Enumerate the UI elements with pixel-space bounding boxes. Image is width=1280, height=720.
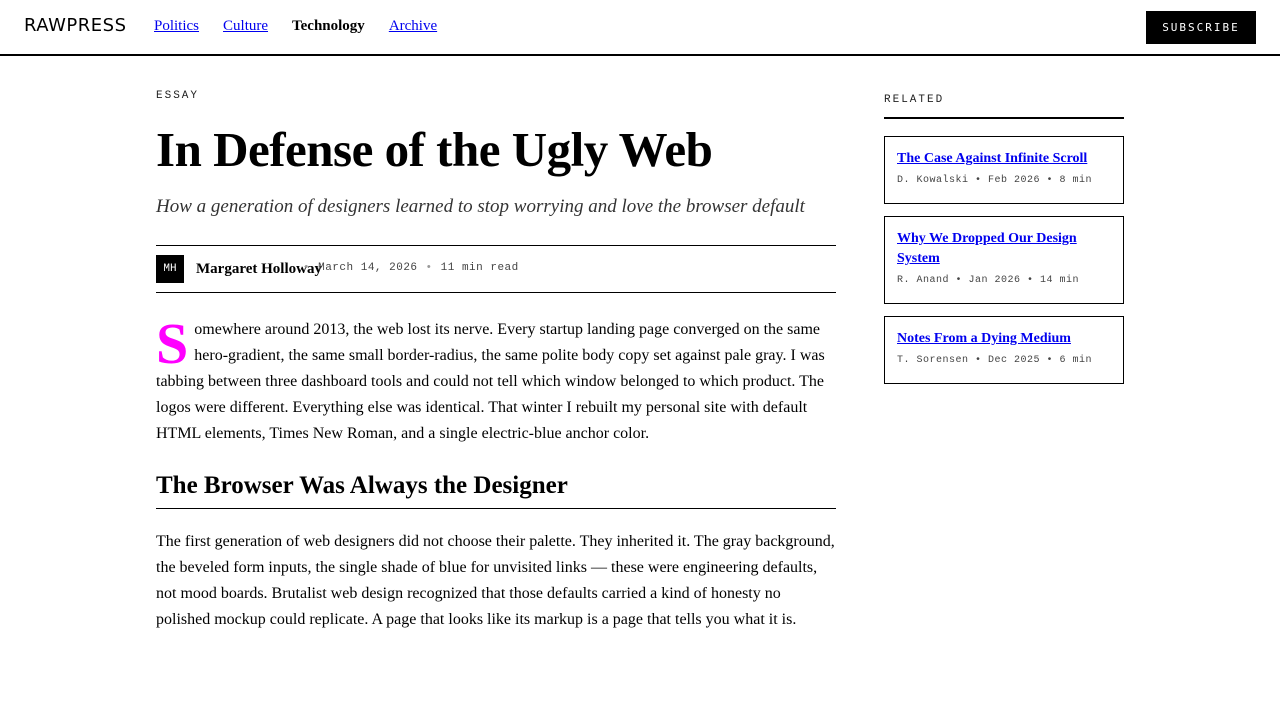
meta-separator: • [425,262,433,274]
meta-separator: • [303,262,311,274]
article-title: In Defense of the Ugly Web [156,122,713,177]
section-heading: The Browser Was Always the Designer [156,472,836,509]
drop-cap: S [156,311,189,376]
article-dek: How a generation of designers learned to… [156,196,805,217]
article-kicker: ESSAY [156,90,200,102]
related-link[interactable]: The Case Against Infinite Scroll [897,149,1111,169]
related-meta: R. Anand • Jan 2026 • 14 min [897,275,1080,286]
site-logo[interactable]: RAWPRESS [24,15,127,36]
article-paragraph: The first generation of web designers di… [156,533,835,628]
related-link[interactable]: Notes From a Dying Medium [897,329,1111,349]
related-heading: RELATED [884,94,1124,119]
related-card: The Case Against Infinite Scroll D. Kowa… [884,136,1124,204]
related-link[interactable]: Why We Dropped Our Design System [897,229,1111,269]
nav-link-archive[interactable]: Archive [389,18,437,35]
paragraph-text: omewhere around 2013, the web lost its n… [156,321,825,442]
publish-date: March 14, 2026 [318,262,418,274]
related-card: Why We Dropped Our Design System R. Anan… [884,216,1124,304]
nav-link-technology[interactable]: Technology [292,18,365,35]
read-time: 11 min read [440,262,519,274]
article-meta: • March 14, 2026 • 11 min read [303,262,519,274]
main-nav: Politics Culture Technology Archive [154,18,437,35]
article-paragraph: Somewhere around 2013, the web lost its … [156,311,836,447]
site-header: RAWPRESS Politics Culture Technology Arc… [0,0,1280,56]
author-avatar: MH [156,255,184,283]
nav-link-culture[interactable]: Culture [223,18,268,35]
nav-link-politics[interactable]: Politics [154,18,199,35]
related-meta: T. Sorensen • Dec 2025 • 6 min [897,355,1093,366]
related-card: Notes From a Dying Medium T. Sorensen • … [884,316,1124,384]
subscribe-button[interactable]: SUBSCRIBE [1146,11,1256,44]
byline: MH Margaret Holloway • March 14, 2026 • 11 … [156,245,836,293]
related-meta: D. Kowalski • Feb 2026 • 8 min [897,175,1093,186]
